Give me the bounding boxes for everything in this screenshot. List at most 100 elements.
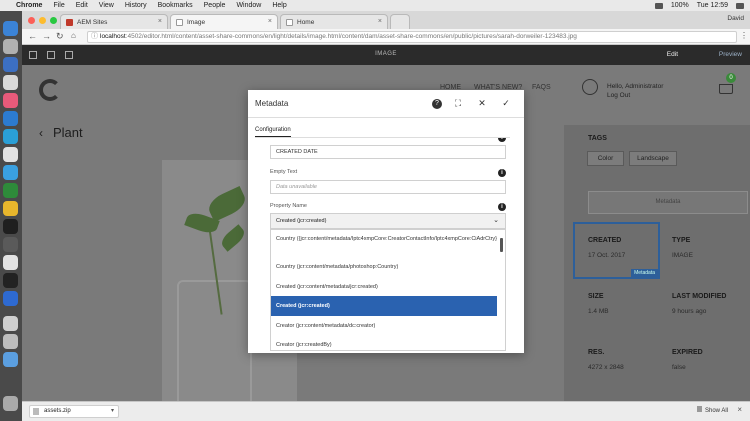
- empty-text-field[interactable]: Data unavailable: [270, 180, 506, 194]
- info-icon[interactable]: i: [498, 138, 506, 142]
- dialog-title: Metadata: [255, 99, 289, 108]
- label-field[interactable]: CREATED DATE: [270, 145, 506, 159]
- menu-window[interactable]: Window: [236, 2, 261, 9]
- user-avatar[interactable]: [582, 79, 598, 95]
- clock[interactable]: Tue 12:59: [697, 2, 728, 9]
- close-icon[interactable]: ×: [268, 18, 272, 25]
- app-store-icon[interactable]: [3, 165, 18, 180]
- menu-help[interactable]: Help: [272, 2, 286, 9]
- url-host: localhost: [100, 33, 126, 40]
- tag-landscape[interactable]: Landscape: [629, 151, 677, 166]
- mail-icon[interactable]: [3, 75, 18, 90]
- type-value: IMAGE: [672, 252, 693, 259]
- documents-stack-icon[interactable]: [3, 334, 18, 349]
- new-tab-button[interactable]: [390, 14, 410, 29]
- property-name-label: Property Name: [270, 203, 307, 209]
- outlook-icon[interactable]: [3, 111, 18, 126]
- close-icon[interactable]: ×: [158, 18, 162, 25]
- vase-shape: [177, 280, 252, 401]
- photos-icon[interactable]: [3, 147, 18, 162]
- tab-image[interactable]: Image ×: [170, 14, 278, 29]
- help-icon[interactable]: ?: [432, 99, 442, 109]
- info-icon[interactable]: i: [498, 203, 506, 211]
- menu-bookmarks[interactable]: Bookmarks: [158, 2, 193, 9]
- reload-icon[interactable]: ↻: [56, 31, 64, 42]
- chevron-down-icon[interactable]: ▾: [111, 406, 114, 417]
- dropdown-option[interactable]: Country ({jcr:content/metadata/Iptc4xmpC…: [271, 235, 497, 243]
- chevron-down-icon[interactable]: ⌄: [493, 214, 499, 228]
- edit-mode-select[interactable]: Edit: [667, 51, 678, 58]
- profile-name[interactable]: David: [727, 15, 744, 22]
- dropdown-scrollbar[interactable]: [500, 238, 503, 252]
- battery-percent[interactable]: 100%: [671, 2, 689, 9]
- menu-chrome[interactable]: Chrome: [16, 2, 42, 9]
- terminal-icon[interactable]: [3, 237, 18, 252]
- close-icon[interactable]: ✕: [476, 98, 488, 109]
- show-all-downloads[interactable]: Show All: [696, 406, 728, 414]
- safari-icon[interactable]: [3, 57, 18, 72]
- property-name-dropdown[interactable]: Country ({jcr:content/metadata/Iptc4xmpC…: [270, 229, 506, 351]
- property-name-select[interactable]: Created (jcr:created) ⌄: [270, 213, 506, 229]
- minimize-window-button[interactable]: [39, 17, 46, 24]
- address-bar[interactable]: ⓘ localhost:4502/editor.html/content/ass…: [87, 31, 737, 43]
- menu-view[interactable]: View: [99, 2, 114, 9]
- skype-icon[interactable]: [3, 129, 18, 144]
- dropdown-option-selected[interactable]: Created (jcr:created): [271, 296, 497, 316]
- confirm-check-icon[interactable]: ✓: [500, 98, 512, 109]
- vscode-icon[interactable]: [3, 291, 18, 306]
- dropdown-option[interactable]: Creator (jcr:content/metadata/dc:creator…: [271, 322, 497, 330]
- chrome-icon[interactable]: [3, 201, 18, 216]
- dialog-body[interactable]: i CREATED DATE Empty Text i Data unavail…: [253, 138, 519, 353]
- metadata-placeholder[interactable]: Metadata: [588, 191, 748, 214]
- tab-home[interactable]: Home ×: [280, 14, 388, 29]
- finder-icon[interactable]: [3, 21, 18, 36]
- close-icon[interactable]: ×: [737, 405, 742, 414]
- preview-button[interactable]: Preview: [719, 51, 742, 58]
- size-label: SIZE: [588, 293, 604, 300]
- music-icon[interactable]: [3, 93, 18, 108]
- info-icon[interactable]: i: [498, 169, 506, 177]
- cart-icon[interactable]: [719, 84, 733, 94]
- site-logo-icon[interactable]: [39, 79, 61, 101]
- nav-faqs[interactable]: FAQS: [532, 84, 551, 91]
- expired-value: false: [672, 364, 686, 371]
- fullscreen-icon[interactable]: ⛶: [452, 98, 464, 109]
- created-value: 17 Oct. 2017: [588, 252, 626, 259]
- tab-aem-sites[interactable]: AEM Sites ×: [60, 14, 168, 29]
- trash-icon[interactable]: [3, 396, 18, 411]
- menu-people[interactable]: People: [204, 2, 226, 9]
- excel-icon[interactable]: [3, 183, 18, 198]
- tab-label: Home: [297, 18, 315, 26]
- preferences-icon[interactable]: [3, 255, 18, 270]
- created-component[interactable]: Metadata: [573, 222, 660, 279]
- activity-icon[interactable]: [3, 273, 18, 288]
- tag-color[interactable]: Color: [587, 151, 624, 166]
- menu-history[interactable]: History: [125, 2, 147, 9]
- back-icon[interactable]: ←: [28, 31, 37, 41]
- menu-dots-icon[interactable]: ⋮: [740, 31, 748, 40]
- folder-icon[interactable]: [3, 352, 18, 367]
- home-icon[interactable]: ⌂: [71, 31, 76, 40]
- forward-icon[interactable]: →: [42, 31, 51, 41]
- logout-link[interactable]: Log Out: [607, 91, 663, 100]
- downloads-bar: assets.zip ▾ Show All ×: [22, 401, 750, 421]
- window-controls: [28, 17, 57, 24]
- intellij-icon[interactable]: [3, 219, 18, 234]
- wifi-icon[interactable]: [654, 2, 663, 9]
- maximize-window-button[interactable]: [50, 17, 57, 24]
- page-title: ‹ Plant: [39, 125, 83, 140]
- menu-file[interactable]: File: [53, 2, 64, 9]
- dropdown-option[interactable]: Country (jcr:content/metadata/photoshop:…: [271, 263, 497, 271]
- url-path: :4502/editor.html/content/asset-share-co…: [125, 33, 577, 40]
- dropdown-option[interactable]: Creator (jcr:createdBy): [271, 341, 497, 349]
- downloads-stack-icon[interactable]: [3, 316, 18, 331]
- chevron-left-icon[interactable]: ‹: [39, 126, 43, 140]
- dropdown-option[interactable]: Created (jcr:content/metadata/jcr:create…: [271, 283, 497, 291]
- close-icon[interactable]: ×: [378, 18, 382, 25]
- close-window-button[interactable]: [28, 17, 35, 24]
- launchpad-icon[interactable]: [3, 39, 18, 54]
- menu-edit[interactable]: Edit: [76, 2, 88, 9]
- download-item[interactable]: assets.zip ▾: [29, 405, 119, 418]
- search-icon[interactable]: [736, 2, 744, 9]
- info-icon[interactable]: ⓘ: [91, 32, 98, 42]
